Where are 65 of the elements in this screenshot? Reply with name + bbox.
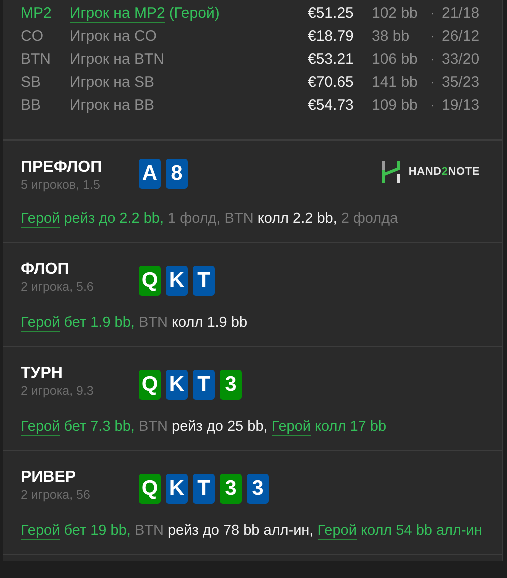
position-label: BTN xyxy=(21,51,52,68)
hero-tag: (Герой) xyxy=(169,5,220,22)
playing-card: T xyxy=(193,474,215,504)
stack-bb: 38 bb xyxy=(372,28,411,45)
player-stats: 35/23 xyxy=(442,74,481,91)
playing-card: T xyxy=(193,266,215,296)
position-label: MP2 xyxy=(21,5,53,22)
playing-card: Q xyxy=(139,266,161,296)
street-title: РИВЕР xyxy=(21,469,78,487)
separator-dot: · xyxy=(431,100,436,112)
stack-bb: 141 bb xyxy=(372,74,419,91)
action-summary: Герой бет 1.9 bb, BTN колл 1.9 bb xyxy=(21,314,249,334)
stack-bb: 106 bb xyxy=(372,51,419,68)
player-link[interactable]: Игрок на MP2 xyxy=(70,5,166,23)
position-label: BB xyxy=(21,97,42,114)
separator-dot: · xyxy=(431,30,436,42)
logo-text: HAND2NOTE xyxy=(408,166,480,178)
logo-icon xyxy=(382,161,400,183)
stack-amount: €53.21 xyxy=(308,51,355,68)
playing-card: 8 xyxy=(166,159,188,189)
playing-card: 3 xyxy=(220,370,242,400)
hero-link[interactable]: Герой xyxy=(21,211,60,228)
separator-dot: · xyxy=(431,54,436,66)
player-link[interactable]: Игрок на CO xyxy=(70,28,157,45)
player-link[interactable]: Игрок на BB xyxy=(70,97,154,114)
street-title: ПРЕФЛОП xyxy=(21,159,104,177)
playing-card: Q xyxy=(139,474,161,504)
playing-card: K xyxy=(166,474,188,504)
playing-card: T xyxy=(193,370,215,400)
player-stats: 21/18 xyxy=(442,5,481,22)
hero-link[interactable]: Герой xyxy=(318,523,357,540)
position-label: SB xyxy=(21,74,42,91)
playing-card: 3 xyxy=(220,474,242,504)
action-summary: Герой рейз до 2.2 bb, 1 фолд, BTN колл 2.2 bb, 2 фолда xyxy=(21,210,400,230)
hero-link[interactable]: Герой xyxy=(21,315,60,332)
separator-dot: · xyxy=(431,8,436,20)
action-summary: Герой бет 7.3 bb, BTN рейз до 25 bb, Герой колл 17 bb xyxy=(21,418,388,438)
playing-card: A xyxy=(139,159,161,189)
playing-card: Q xyxy=(139,370,161,400)
separator-dot: · xyxy=(431,76,436,88)
hero-link[interactable]: Герой xyxy=(272,419,312,436)
position-label: CO xyxy=(21,28,44,45)
hero-link[interactable]: Герой xyxy=(21,523,60,540)
player-stats: 26/12 xyxy=(442,28,481,45)
street-title: ТУРН xyxy=(21,365,64,383)
playing-card: 3 xyxy=(247,474,269,504)
player-stats: 33/20 xyxy=(442,51,481,68)
stack-amount: €51.25 xyxy=(308,5,355,22)
player-link[interactable]: Игрок на BTN xyxy=(70,51,164,68)
stack-bb: 109 bb xyxy=(372,97,419,114)
playing-card: K xyxy=(166,370,188,400)
player-stats: 19/13 xyxy=(442,97,481,114)
player-link[interactable]: Игрок на SB xyxy=(70,74,154,91)
street-title: ФЛОП xyxy=(21,261,70,279)
hero-link[interactable]: Герой xyxy=(21,419,60,436)
street-info: 5 игроков, 1.5 xyxy=(21,178,102,192)
action-summary: Герой бет 19 bb, BTN рейз до 78 bb алл-ин, Герой колл 54 bb алл-ин xyxy=(21,522,484,542)
street-info: 2 игрока, 5.6 xyxy=(21,280,95,294)
stack-amount: €18.79 xyxy=(308,28,355,45)
street-info: 2 игрока, 56 xyxy=(21,488,92,502)
street-info: 2 игрока, 9.3 xyxy=(21,384,95,398)
stack-amount: €54.73 xyxy=(308,97,355,114)
stack-bb: 102 bb xyxy=(372,5,419,22)
playing-card: K xyxy=(166,266,188,296)
stack-amount: €70.65 xyxy=(308,74,355,91)
